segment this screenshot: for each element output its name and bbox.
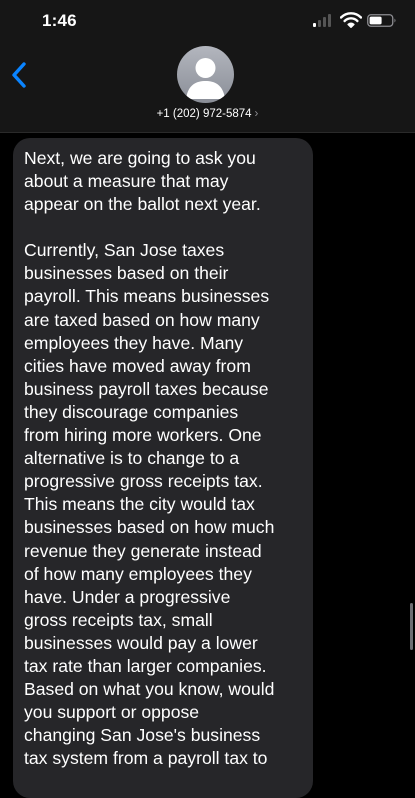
message-paragraph: Currently, San Jose taxes businesses bas… [24, 240, 275, 769]
status-icons [311, 12, 401, 28]
contact-chevron-icon: › [254, 108, 259, 120]
contact-name-button[interactable]: +1 (202) 972-5874 › [0, 108, 415, 120]
contact-number: +1 (202) 972-5874 [156, 108, 252, 120]
conversation-header: 1:46 +1 (202) 972-5874 › [0, 0, 415, 133]
chevron-left-icon[interactable] [10, 61, 30, 89]
incoming-message-bubble[interactable]: Next, we are going to ask you about a me… [13, 138, 313, 798]
person-icon [186, 58, 225, 99]
status-time: 1:46 [42, 11, 77, 30]
battery-icon [367, 14, 396, 27]
contact-avatar[interactable] [177, 46, 234, 103]
message-paragraph: Next, we are going to ask you about a me… [24, 148, 261, 215]
signal-icon [313, 13, 335, 27]
wifi-icon [340, 12, 362, 28]
scrollbar[interactable] [410, 603, 413, 650]
